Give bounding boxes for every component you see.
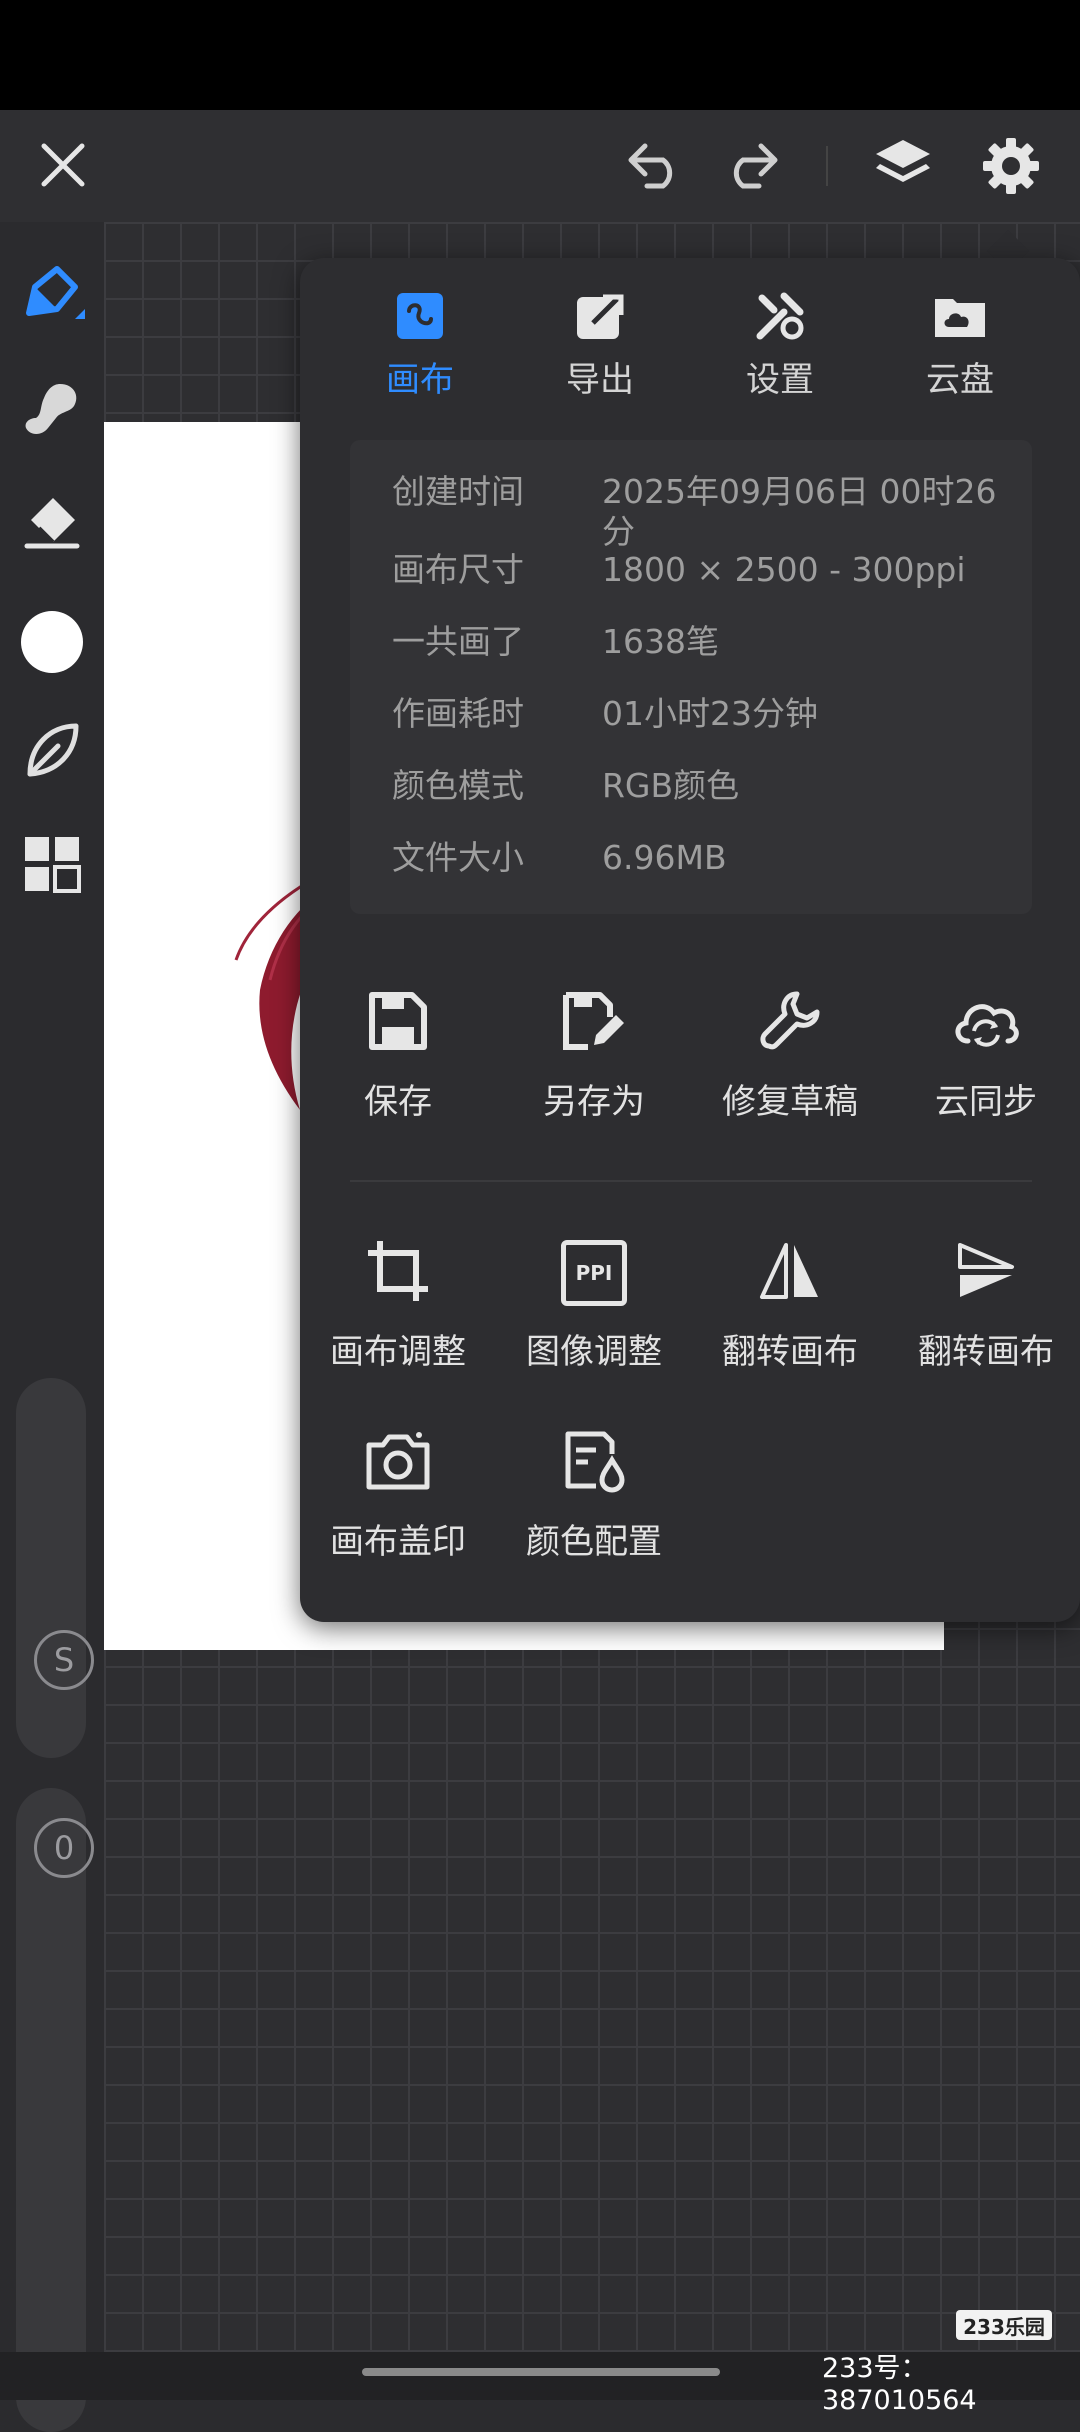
info-value: 01小时23分钟 <box>602 694 818 733</box>
info-key: 创建时间 <box>392 472 524 511</box>
info-value: 6.96MB <box>602 838 727 877</box>
tab-canvas[interactable]: 画布 <box>330 290 510 400</box>
action-label: 修复草稿 <box>722 1082 858 1122</box>
leaf-brush-icon[interactable] <box>14 712 90 788</box>
color-circle-icon[interactable] <box>14 604 90 680</box>
action-label: 另存为 <box>543 1082 645 1122</box>
left-tool-sidebar: S 0 <box>0 222 104 2432</box>
action-label: 图像调整 <box>526 1332 662 1372</box>
pen-tool-icon[interactable] <box>14 258 90 334</box>
toolbar-divider <box>826 146 828 186</box>
tab-settings[interactable]: 设置 <box>690 290 870 400</box>
save-as-icon <box>560 989 628 1057</box>
size-slider-label: S <box>53 1641 75 1679</box>
redo-icon[interactable] <box>714 136 786 196</box>
ppi-icon: PPI <box>561 1240 627 1306</box>
opacity-slider[interactable]: 0 <box>16 1788 94 2432</box>
action-label: 画布盖印 <box>330 1522 466 1562</box>
layers-icon[interactable] <box>866 132 940 200</box>
action-label: 画布调整 <box>330 1332 466 1372</box>
grid-menu-icon[interactable] <box>14 826 90 902</box>
tab-label: 导出 <box>566 360 634 400</box>
cloud-folder-icon <box>933 291 987 345</box>
tools-icon <box>754 290 806 346</box>
home-indicator[interactable] <box>362 2368 720 2376</box>
top-toolbar <box>0 110 1080 222</box>
info-value: 2025年09月06日 00时26分 <box>602 472 997 551</box>
repair-draft-button[interactable]: 修复草稿 <box>692 982 888 1132</box>
info-value: 1638笔 <box>602 622 719 661</box>
opacity-knob[interactable]: 0 <box>34 1818 94 1878</box>
flip-vertical-icon <box>954 1239 1018 1307</box>
flip-horizontal-button[interactable]: 翻转画布 <box>692 1232 888 1382</box>
tab-label: 画布 <box>386 360 454 400</box>
canvas-stamp-button[interactable]: 画布盖印 <box>300 1422 496 1572</box>
canvas-adjust-button[interactable]: 画布调整 <box>300 1232 496 1382</box>
status-bar <box>0 0 1080 110</box>
camera-icon <box>365 1431 431 1495</box>
opacity-slider-label: 0 <box>53 1829 75 1867</box>
action-label: 云同步 <box>935 1082 1037 1122</box>
ppi-icon-text: PPI <box>575 1261 613 1285</box>
export-icon <box>575 291 625 345</box>
watermark-logo: 233乐园 <box>956 2310 1052 2340</box>
close-icon[interactable] <box>30 132 96 198</box>
flip-horizontal-icon <box>758 1241 822 1305</box>
cloud-sync-button[interactable]: 云同步 <box>888 982 1080 1132</box>
panel-divider <box>350 1180 1032 1182</box>
canvas-menu-panel: 画布 导出 设置 云盘 创建时间 2025年09月06日 00时26分 画布尺寸… <box>300 258 1080 1622</box>
tab-export[interactable]: 导出 <box>510 290 690 400</box>
info-key: 画布尺寸 <box>392 550 524 589</box>
undo-icon[interactable] <box>620 136 692 196</box>
color-profile-icon <box>562 1428 626 1498</box>
tab-label: 设置 <box>746 360 814 400</box>
brush-size-knob[interactable]: S <box>34 1630 94 1690</box>
info-key: 颜色模式 <box>392 766 524 805</box>
wrench-icon <box>757 988 823 1058</box>
info-key: 文件大小 <box>392 838 524 877</box>
cloud-sync-icon <box>950 991 1022 1055</box>
action-label: 翻转画布 <box>918 1332 1054 1372</box>
smudge-tool-icon[interactable] <box>14 372 90 448</box>
watermark-id: 233号：387010564 <box>822 2353 977 2416</box>
tab-label: 云盘 <box>926 360 994 400</box>
info-key: 一共画了 <box>392 622 524 661</box>
info-value: RGB颜色 <box>602 766 740 805</box>
eraser-tool-icon[interactable] <box>14 484 90 560</box>
save-button[interactable]: 保存 <box>300 982 496 1132</box>
info-value: 1800 × 2500 - 300ppi <box>602 550 966 589</box>
crop-icon <box>364 1237 432 1309</box>
tab-cloud-drive[interactable]: 云盘 <box>870 290 1050 400</box>
action-label: 保存 <box>364 1082 432 1122</box>
save-icon <box>366 989 430 1057</box>
action-label: 颜色配置 <box>526 1522 662 1562</box>
color-profile-button[interactable]: 颜色配置 <box>496 1422 692 1572</box>
flip-vertical-button[interactable]: 翻转画布 <box>888 1232 1080 1382</box>
image-adjust-button[interactable]: PPI 图像调整 <box>496 1232 692 1382</box>
canvas-info-box: 创建时间 2025年09月06日 00时26分 画布尺寸 1800 × 2500… <box>350 440 1032 914</box>
action-label: 翻转画布 <box>722 1332 858 1372</box>
brush-size-slider[interactable]: S <box>16 1378 94 1758</box>
canvas-wave-icon <box>395 291 445 345</box>
save-as-button[interactable]: 另存为 <box>496 982 692 1132</box>
gear-icon[interactable] <box>974 132 1048 200</box>
info-key: 作画耗时 <box>392 694 524 733</box>
